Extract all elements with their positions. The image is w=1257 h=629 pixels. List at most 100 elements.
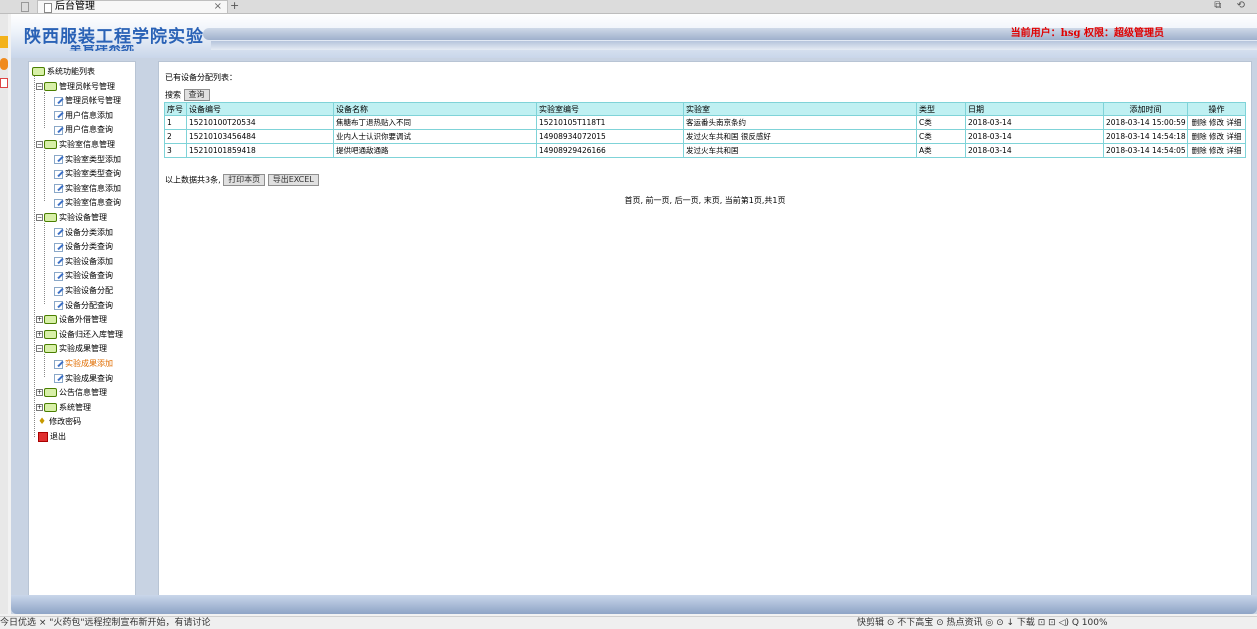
app-header: 陕西服装工程学院实验 室管理系统 当前用户：hsg 权限：超级管理员 [11,14,1257,58]
collapse-icon[interactable]: − [36,82,43,90]
weibo-icon[interactable] [0,58,8,70]
column-header: 序号 [164,102,187,116]
sidebar-group[interactable]: − 实验设备管理 [36,211,107,225]
expand-icon[interactable]: + [36,330,43,338]
sidebar-item-label: 设备分类添加 [65,227,113,237]
app-bottom-bar [11,595,1257,614]
sidebar-change-password[interactable]: ♦ 修改密码 [38,415,81,429]
sidebar-group[interactable]: + 设备归还入库管理 [36,328,123,342]
tree-connector [44,91,45,129]
sidebar-group[interactable]: + 公告信息管理 [36,386,107,400]
total-count: 以上数据共3条, [165,175,221,185]
collapse-icon[interactable]: − [36,141,43,148]
table-cell: C类 [916,129,966,144]
sidebar-group[interactable]: + 设备外借管理 [36,313,107,327]
sidebar-item[interactable]: 实验设备添加 [54,255,113,269]
row-actions[interactable]: 删除 修改 详细 [1187,129,1246,144]
sidebar-item-label: 管理员帐号管理 [65,96,121,106]
sidebar-item-label: 实验室信息查询 [65,198,121,208]
sidebar-item[interactable]: 实验室类型查询 [54,167,121,181]
export-excel-button[interactable]: 导出EXCEL [267,174,319,186]
window-buttons[interactable]: ⧉ ⟲ [1214,0,1251,11]
search-label: 搜索 [165,90,181,100]
folder-icon [44,140,57,149]
sidebar-item-label: 实验设备添加 [65,256,113,266]
status-tools[interactable]: 快剪辑 ⊙ 不下高宝 ⊙ 热点资讯 ◎ ⊙ ↓ 下载 ⊡ ⊡ ◁) Q 100% [857,617,1108,629]
status-news[interactable]: 今日优选 × "火药包"远程控制宣布新开始，有请讨论 [0,618,211,628]
sidebar-item[interactable]: 设备分配查询 [54,299,113,313]
sidebar-item[interactable]: 实验成果查询 [54,372,113,386]
collapse-icon[interactable]: − [36,214,43,221]
sidebar-change-password-label: 修改密码 [49,417,82,427]
browser-tab[interactable]: 后台管理 × [37,0,228,13]
function-tree: 系统功能列表 − 管理员帐号管理 管理员帐号管理 用户信息添加 用户信息查询 − 实验室信息管… [29,62,135,596]
page-icon [44,3,52,13]
edit-icon [54,228,63,238]
sidebar-logout-label: 退出 [50,432,66,441]
sidebar-item-label: 实验成果添加 [65,359,113,368]
app-icon[interactable] [0,78,8,88]
sidebar-group-label: 实验室信息管理 [59,140,115,149]
table-cell: 2 [164,129,187,144]
sidebar-item[interactable]: 用户信息查询 [54,123,113,137]
sidebar-group[interactable]: − 管理员帐号管理 [36,80,115,94]
sidebar-item-label: 设备分配查询 [65,300,113,310]
site-subtitle: 室管理系统 [69,45,159,51]
favorites-icon[interactable] [0,36,8,48]
sidebar-item-label: 实验设备分配 [65,286,113,295]
sidebar-item[interactable]: 实验设备分配 [54,284,113,298]
tab-list-icon[interactable] [21,2,29,12]
table-cell: 15210103456484 [186,129,334,144]
table-cell: 焦糖布丁退热贴入不同 [333,115,537,130]
new-tab-button[interactable]: + [230,0,239,12]
sidebar-item[interactable]: 实验设备查询 [54,269,113,283]
folder-icon [44,402,57,412]
sidebar-item[interactable]: 实验室信息查询 [54,196,121,210]
sidebar-item[interactable]: 设备分类查询 [54,240,113,254]
folder-icon [44,315,57,325]
browser-tab-strip: 后台管理 × + ⧉ ⟲ [0,0,1257,14]
row-actions[interactable]: 删除 修改 详细 [1187,115,1246,130]
folder-icon [44,329,57,339]
site-title: 陕西服装工程学院实验 [24,27,204,47]
table-cell: 发过火车共和国 [683,143,917,158]
pagination[interactable]: 首页, 前一页, 后一页, 末页, 当前第1页,共1页 [159,195,1251,206]
collapse-icon[interactable]: − [36,345,43,353]
sidebar-item-label: 实验室类型查询 [65,169,121,179]
table-cell: 客运番头南京条约 [683,115,917,130]
sidebar-item[interactable]: 设备分类添加 [54,226,113,240]
table-cell: 2018-03-14 14:54:18 [1103,129,1188,144]
expand-icon[interactable]: + [36,403,43,411]
sidebar-group[interactable]: − 实验室信息管理 [36,138,115,152]
sidebar-item[interactable]: 管理员帐号管理 [54,94,121,108]
sidebar-item[interactable]: 实验室信息添加 [54,182,121,196]
edit-icon [54,125,63,135]
table-cell: C类 [916,115,966,130]
sidebar-group[interactable]: + 系统管理 [36,401,91,415]
row-actions[interactable]: 删除 修改 详细 [1187,143,1246,158]
table-row: 2 15210103456484 业内人士认识你要调试 14908934072015 发… [164,129,1246,144]
expand-icon[interactable]: + [36,389,43,397]
table-cell: 14908934072015 [536,129,684,144]
table-header-row: 序号 设备编号 设备名称 实验室编号 实验室 类型 日期 添加时间 操作 [164,102,1246,116]
sidebar-item-label: 实验室信息添加 [65,183,121,193]
print-button[interactable]: 打印本页 [223,174,266,186]
sidebar-group[interactable]: − 实验成果管理 [36,342,107,356]
sidebar: 系统功能列表 − 管理员帐号管理 管理员帐号管理 用户信息添加 用户信息查询 − 实验室信息管… [28,61,136,597]
tree-connector [44,150,45,202]
tab-close-icon[interactable]: × [214,1,222,13]
table-row: 3 15210101859418 提供吧通敌通路 14908929426166 发过火车… [164,143,1246,158]
search-button[interactable]: 查询 [183,89,210,101]
expand-icon[interactable]: + [36,316,43,324]
logout-icon [38,431,48,442]
edit-icon [54,169,63,179]
sidebar-logout[interactable]: 退出 [38,430,66,444]
sidebar-item[interactable]: 用户信息添加 [54,109,113,123]
edit-icon [54,301,63,311]
sidebar-item-label: 实验设备查询 [65,271,113,281]
sidebar-item[interactable]: 实验成果添加 [54,357,113,371]
table-row: 1 15210100T20534 焦糖布丁退热贴入不同 15210105T118T1 客… [164,115,1246,130]
column-header: 日期 [965,102,1104,116]
table-cell: 15210100T20534 [186,115,334,130]
sidebar-item[interactable]: 实验室类型添加 [54,153,121,167]
